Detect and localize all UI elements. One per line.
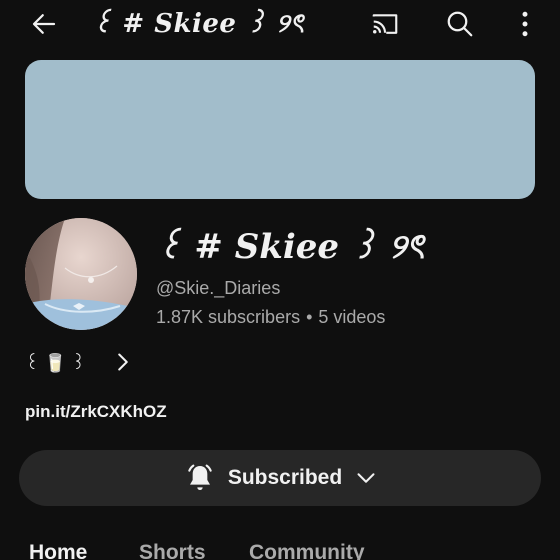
search-icon <box>447 11 473 37</box>
subscribed-button[interactable]: Subscribed <box>19 450 541 506</box>
subscribed-label: Subscribed <box>227 466 343 489</box>
tab-home[interactable]: Home <box>29 540 87 560</box>
chevron-right-icon <box>117 353 128 371</box>
avatar[interactable] <box>25 218 137 330</box>
more-vert-icon <box>522 11 528 37</box>
subscriber-count: 1.87K subscribers <box>156 307 301 327</box>
back-arrow-icon <box>32 14 56 34</box>
channel-link[interactable]: pin.it/ZrkCXKhOZ <box>25 400 167 424</box>
back-button[interactable] <box>26 6 62 42</box>
top-app-bar: ꒰ # Skiee ꒱ ୨ৎ <box>0 0 560 48</box>
tab-shorts[interactable]: Shorts <box>139 540 206 560</box>
avatar-image <box>25 218 137 330</box>
description-expand[interactable] <box>116 352 130 372</box>
channel-banner <box>25 60 535 199</box>
channel-tabs: Home Shorts Community <box>0 536 560 560</box>
channel-name: ꒰ # Skiee ꒱ ୨ৎ <box>156 227 425 267</box>
channel-title: ꒰ # Skiee ꒱ ୨ৎ <box>92 9 305 39</box>
channel-description: ꒰ 🥛 ꒱ <box>25 352 86 373</box>
chevron-down-icon <box>357 473 375 483</box>
more-options-button[interactable] <box>510 6 540 42</box>
video-count: 5 videos <box>318 307 386 327</box>
cast-icon <box>372 14 398 34</box>
bell-icon <box>188 464 212 490</box>
channel-description-row[interactable]: ꒰ 🥛 ꒱ <box>25 348 130 376</box>
channel-stats: 1.87K subscribers • 5 videos <box>156 305 385 329</box>
tab-community[interactable]: Community <box>249 540 365 560</box>
search-button[interactable] <box>442 6 478 42</box>
stats-separator: • <box>306 307 313 327</box>
channel-handle: @Skie._Diaries <box>156 278 281 298</box>
cast-button[interactable] <box>366 6 404 42</box>
